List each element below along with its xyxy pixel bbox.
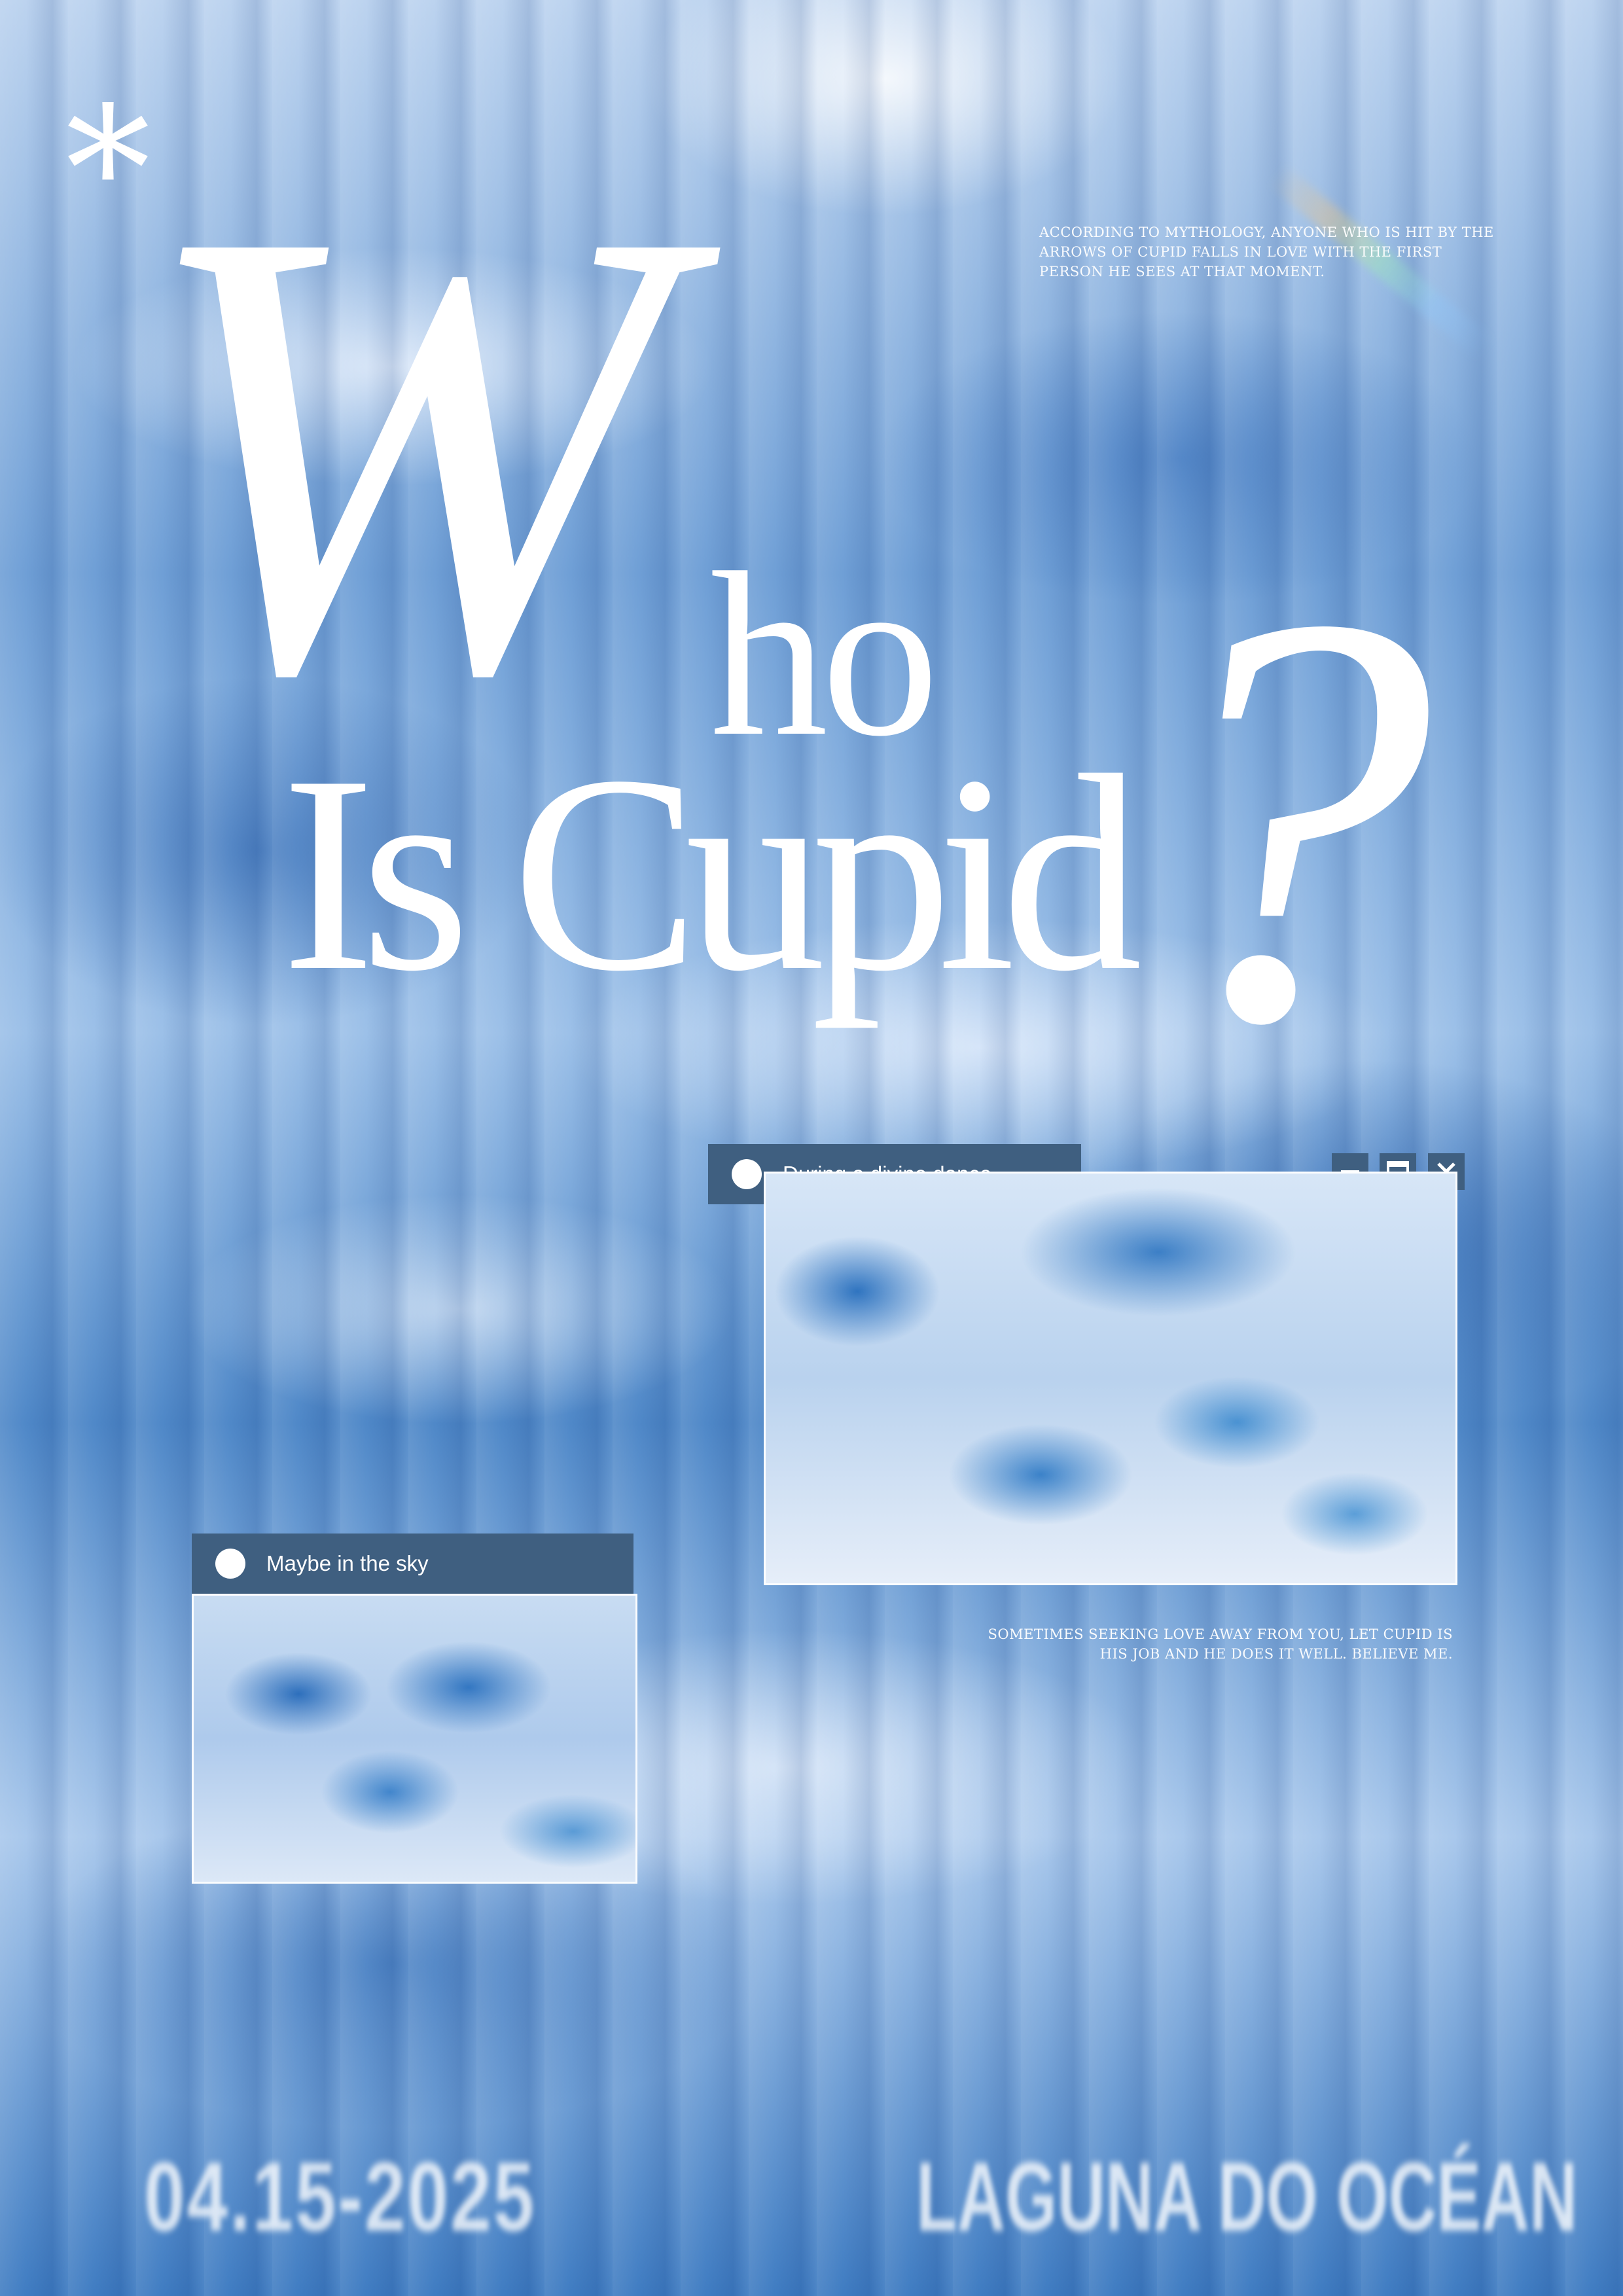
footer-location: LAGUNA DO OCÉAN — [916, 2142, 1578, 2251]
seeking-love-blurb: SOMETIMES SEEKING LOVE AWAY FROM YOU, LE… — [988, 1626, 1453, 1662]
mythology-blurb: ACCORDING TO MYTHOLOGY, ANYONE WHO IS HI… — [1039, 224, 1494, 279]
window-image-clouds-main — [764, 1172, 1457, 1585]
window-titlebar-small[interactable]: Maybe in the sky — [192, 1534, 633, 1594]
window-dot-icon — [732, 1159, 762, 1189]
title-question-mark: ? — [1139, 492, 1433, 1144]
window-dot-icon — [215, 1549, 245, 1579]
title-letter-w: W — [137, 96, 671, 806]
title-is-cupid: Is Cupid — [281, 718, 1142, 1030]
window-image-clouds-small — [192, 1594, 637, 1884]
poster-canvas: * W ho Is Cupid ? ACCORDING TO MYTHOLOGY… — [0, 0, 1623, 2296]
footer-date: 04.15-2025 — [144, 2142, 537, 2251]
window-title-small: Maybe in the sky — [266, 1551, 429, 1575]
